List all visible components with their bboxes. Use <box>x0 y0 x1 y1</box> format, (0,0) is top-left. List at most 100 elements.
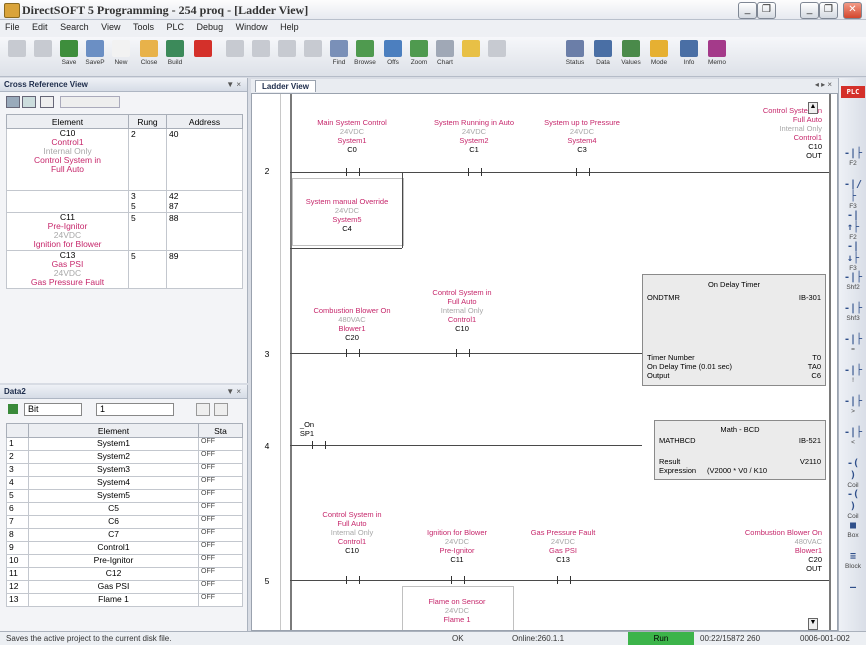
pane-pin-icon[interactable]: ▼ × <box>226 80 241 89</box>
palette-instruction-3[interactable]: -|/├ F3 <box>841 179 865 210</box>
inner-minimize-button[interactable]: _ <box>738 2 757 19</box>
math-box[interactable]: Math - BCD MATHBCD IB-521 Result V2110 E… <box>654 420 826 480</box>
toolbar-button-offs[interactable]: Offs <box>380 40 406 74</box>
toolbar-button-build[interactable]: Build <box>162 40 188 74</box>
toolbar-button-tool-7[interactable] <box>190 40 216 74</box>
toolbar-button-memo[interactable]: Memo <box>704 40 730 74</box>
toolbar-button-mode[interactable]: Mode <box>646 40 672 74</box>
palette-instruction-9[interactable]: -|├! <box>841 365 865 393</box>
data-type-select[interactable]: Bit <box>24 403 82 416</box>
scroll-down-button[interactable]: ▼ <box>808 618 818 630</box>
table-row[interactable]: 12 Gas PSI OFF <box>6 580 243 594</box>
toolbar-button-data[interactable]: Data <box>590 40 616 74</box>
contact-sp1[interactable]: _On SP1 <box>252 420 362 438</box>
table-row[interactable]: 3 5 42 87 <box>6 190 243 213</box>
table-row[interactable]: 9 Control1 OFF <box>6 541 243 555</box>
palette-instruction-10[interactable]: -|├ > <box>841 396 865 424</box>
contact-symbol[interactable] <box>346 168 360 176</box>
coil-c10[interactable]: Control System in Full Auto Internal Onl… <box>712 106 822 160</box>
table-row[interactable]: 4 System4 OFF <box>6 476 243 490</box>
data-add-button[interactable] <box>196 403 210 416</box>
tab-ladder-view[interactable]: Ladder View <box>255 80 316 92</box>
contact-symbol[interactable] <box>346 349 360 357</box>
table-row[interactable]: 11 C12 OFF <box>6 567 243 581</box>
table-row[interactable]: C10 Control1 Internal Only Control System i… <box>6 128 243 191</box>
close-button[interactable]: ✕ <box>843 2 862 19</box>
table-row[interactable]: 3 System3 OFF <box>6 463 243 477</box>
ladder-view[interactable]: 2 Main System Control 24VDC System1 C0 S… <box>251 93 838 631</box>
toolbar-button-find[interactable]: Find <box>326 40 352 74</box>
palette-instruction-1[interactable] <box>841 117 865 145</box>
contact-symbol[interactable] <box>576 168 590 176</box>
toolbar-button-values[interactable]: Values <box>618 40 644 74</box>
inner-restore-button[interactable]: ❐ <box>757 2 776 19</box>
toolbar-button-savep[interactable]: SaveP <box>82 40 108 74</box>
menu-file[interactable]: File <box>0 20 25 34</box>
col-address[interactable]: Address <box>166 114 243 129</box>
palette-instruction-5[interactable]: -|↓├ F3 <box>841 241 865 272</box>
menu-plc[interactable]: PLC <box>162 20 190 34</box>
contact-c4[interactable]: System manual Override 24VDC System5 C4 <box>292 197 402 233</box>
toolbar-button-save[interactable]: Save <box>56 40 82 74</box>
grid-icon[interactable] <box>6 96 20 108</box>
palette-instruction-11[interactable]: -|├ < <box>841 427 865 455</box>
coil-c20[interactable]: Combustion Blower On 480VAC Blower1 C20 … <box>682 528 822 573</box>
toolbar-button-status[interactable]: Status <box>562 40 588 74</box>
print-icon[interactable] <box>40 96 54 108</box>
palette-instruction-2[interactable]: -|├ F2 <box>841 148 865 176</box>
palette-instruction-8[interactable]: -|├ = <box>841 334 865 362</box>
data-remove-button[interactable] <box>214 403 228 416</box>
contact-symbol[interactable] <box>451 576 465 584</box>
toolbar-button-tool-17[interactable] <box>458 40 484 74</box>
menu-window[interactable]: Window <box>231 20 273 34</box>
contact-c11[interactable]: Ignition for Blower 24VDC Pre-Ignitor C1… <box>402 528 512 564</box>
scroll-up-button[interactable]: ▲ <box>808 102 818 114</box>
toolbar-button-info[interactable]: Info <box>676 40 702 74</box>
table-row[interactable]: C11 Pre-Ignitor 24VDC Ignition for Blower 5 8… <box>6 212 243 251</box>
list-icon[interactable] <box>22 96 36 108</box>
toolbar-button-zoom[interactable]: Zoom <box>406 40 432 74</box>
menu-view[interactable]: View <box>96 20 125 34</box>
menu-search[interactable]: Search <box>55 20 94 34</box>
palette-instruction-7[interactable]: -|├ Shf3 <box>841 303 865 331</box>
timer-box[interactable]: On Delay Timer ONDTMR IB-301 Timer Numbe… <box>642 274 826 386</box>
col-element[interactable]: Element <box>28 423 199 438</box>
toolbar-button-new[interactable]: New <box>108 40 134 74</box>
palette-instruction-16[interactable]: — <box>841 582 865 610</box>
table-row[interactable]: 10 Pre-Ignitor OFF <box>6 554 243 568</box>
menu-edit[interactable]: Edit <box>27 20 53 34</box>
menu-debug[interactable]: Debug <box>192 20 229 34</box>
data-start-select[interactable]: 1 <box>96 403 174 416</box>
contact-c13[interactable]: Gas Pressure Fault 24VDC Gas PSI C13 <box>508 528 618 564</box>
restore-button[interactable]: ❐ <box>819 2 838 19</box>
palette-instruction-13[interactable]: -( ) Coil <box>841 489 865 520</box>
minimize-button[interactable]: _ <box>800 2 819 19</box>
col-status[interactable]: Sta <box>198 423 243 438</box>
menu-tools[interactable]: Tools <box>128 20 159 34</box>
contact-c10[interactable]: Control System in Full Auto Internal Onl… <box>297 510 407 555</box>
table-row[interactable]: 2 System2 OFF <box>6 450 243 464</box>
contact-c10[interactable]: Control System in Full Auto Internal Onl… <box>407 288 517 333</box>
palette-instruction-4[interactable]: -|↑├ F2 <box>841 210 865 241</box>
table-row[interactable]: 1 System1 OFF <box>6 437 243 451</box>
table-row[interactable]: 13 Flame 1 OFF <box>6 593 243 607</box>
contact-symbol[interactable] <box>456 349 470 357</box>
contact-symbol[interactable] <box>557 576 571 584</box>
table-row[interactable]: C13 Gas PSI 24VDC Gas Pressure Fault 5 89 <box>6 250 243 289</box>
table-row[interactable]: 7 C6 OFF <box>6 515 243 529</box>
tab-navigation[interactable]: ◂ ▸ × <box>815 80 832 89</box>
toolbar-button-chart[interactable]: Chart <box>432 40 458 74</box>
contact-symbol[interactable] <box>468 168 482 176</box>
navigation-buttons[interactable] <box>60 96 120 108</box>
contact-c1[interactable]: System Running in Auto 24VDC System2 C1 <box>419 118 529 154</box>
palette-instruction-6[interactable]: -|├ Shf2 <box>841 272 865 300</box>
contact-c0[interactable]: Main System Control 24VDC System1 C0 <box>297 118 407 154</box>
table-row[interactable]: 5 System5 OFF <box>6 489 243 503</box>
toolbar-button-browse[interactable]: Browse <box>352 40 378 74</box>
table-row[interactable]: 8 C7 OFF <box>6 528 243 542</box>
table-row[interactable]: 6 C5 OFF <box>6 502 243 516</box>
palette-instruction-15[interactable]: ≡ Block <box>841 551 865 579</box>
col-element[interactable]: Element <box>6 114 129 129</box>
contact-symbol[interactable] <box>346 576 360 584</box>
col-rung[interactable]: Rung <box>128 114 167 129</box>
